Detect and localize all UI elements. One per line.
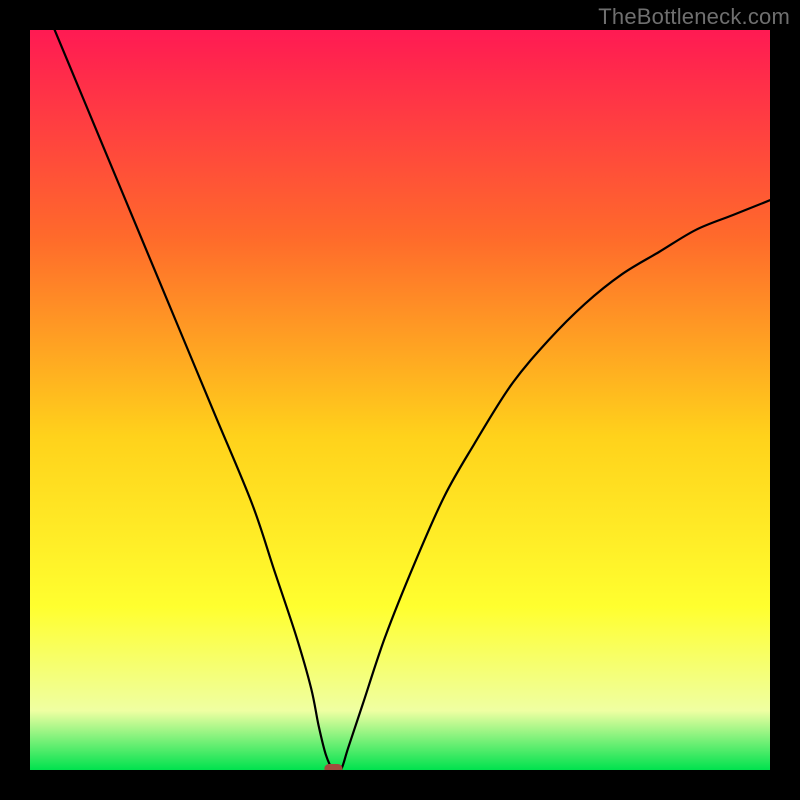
watermark-text: TheBottleneck.com [598, 4, 790, 30]
gradient-background [30, 30, 770, 770]
chart-frame: TheBottleneck.com [0, 0, 800, 800]
dip-marker [324, 764, 342, 770]
bottleneck-chart [30, 30, 770, 770]
